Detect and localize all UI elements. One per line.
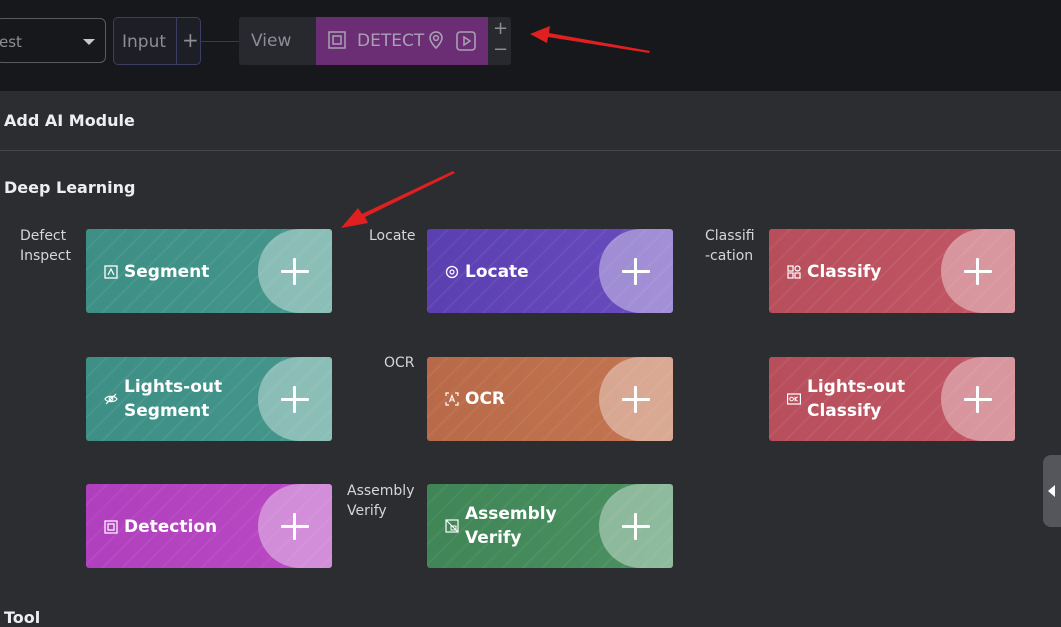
plus-icon-vertical [293,258,296,285]
ok-badge-icon [787,393,801,405]
module-label-line1: Lights-out [124,377,223,397]
chevron-down-icon [83,39,95,45]
module-card-lights-out-classify[interactable]: Lights-out Classify [769,357,1015,441]
locate-icon [445,265,459,279]
input-node-divider [176,18,177,64]
module-label: OCR [465,389,506,409]
module-label: Classify [807,262,882,282]
category-assembly-verify-line1: Assembly [347,483,415,499]
module-label: Detection [124,517,218,537]
plus-icon-vertical [634,258,637,285]
module-card-segment[interactable]: Segment [86,229,332,313]
plus-icon-vertical [293,513,296,540]
module-card-locate[interactable]: Locate [427,229,673,313]
ocr-icon [445,392,459,406]
module-label-line1: Assembly [465,504,557,524]
add-module-button[interactable] [258,484,332,568]
pin-icon[interactable] [426,30,446,50]
zoom-controls: + − [489,17,511,65]
module-label: Locate [465,262,529,282]
detect-node-label: DETECT [357,31,425,51]
input-node-label: Input [122,32,167,52]
segment-icon [104,265,118,279]
category-defect-inspect: Defect Inspect [20,226,71,266]
category-defect-inspect-line2: Inspect [20,248,71,264]
view-node[interactable]: View DETECT + − [239,17,511,65]
section-deep-learning: Deep Learning [4,178,136,197]
module-card-classify[interactable]: Classify [769,229,1015,313]
zoom-out-button[interactable]: − [493,39,508,60]
detect-node[interactable]: DETECT [316,17,488,65]
category-classification-line2: -cation [705,248,754,264]
panel-divider [0,150,1061,151]
view-node-label: View [251,31,292,51]
classify-icon [787,265,801,279]
module-label-line2: Segment [124,401,210,421]
module-card-detection[interactable]: Detection [86,484,332,568]
play-icon[interactable] [456,31,476,51]
add-module-button[interactable] [941,357,1015,441]
node-toolbar: est Input + View DETECT + − [0,0,1061,91]
add-input-button[interactable]: + [182,28,199,52]
zoom-in-button[interactable]: + [493,18,508,39]
add-module-button[interactable] [599,229,673,313]
plus-icon-vertical [634,386,637,413]
module-label-line2: Verify [465,528,522,548]
chevron-left-icon [1048,485,1055,497]
section-tool: Tool [4,608,41,627]
module-card-assembly-verify[interactable]: Assembly Verify [427,484,673,568]
assembly-icon [445,519,459,533]
module-label: Segment [124,262,210,282]
add-module-button[interactable] [258,357,332,441]
detection-icon [104,520,118,534]
panel-collapse-handle[interactable] [1043,455,1061,527]
category-classification-line1: Classifi [705,228,755,244]
category-defect-inspect-line1: Defect [20,228,67,244]
pipeline-select-value: est [0,33,22,51]
category-ocr: OCR [384,355,415,371]
category-assembly-verify-line2: Verify [347,503,387,519]
input-node[interactable]: Input + [113,17,201,65]
plus-icon-vertical [293,386,296,413]
plus-icon-vertical [976,258,979,285]
plus-icon-vertical [976,386,979,413]
plus-icon-vertical [634,513,637,540]
pipeline-select[interactable]: est [0,18,106,63]
panel-title: Add AI Module [4,111,135,130]
category-assembly-verify: Assembly Verify [347,481,414,521]
detection-icon [328,31,346,49]
module-card-lights-out-segment[interactable]: Lights-out Segment [86,357,332,441]
eye-off-icon [104,393,118,405]
node-connector [201,41,239,42]
category-classification: Classifi -cation [705,226,755,266]
module-label-line1: Lights-out [807,377,906,397]
module-card-ocr[interactable]: OCR [427,357,673,441]
add-module-button[interactable] [599,357,673,441]
add-module-button[interactable] [941,229,1015,313]
add-module-button[interactable] [258,229,332,313]
category-locate: Locate [369,228,416,244]
add-module-button[interactable] [599,484,673,568]
module-label-line2: Classify [807,401,882,421]
